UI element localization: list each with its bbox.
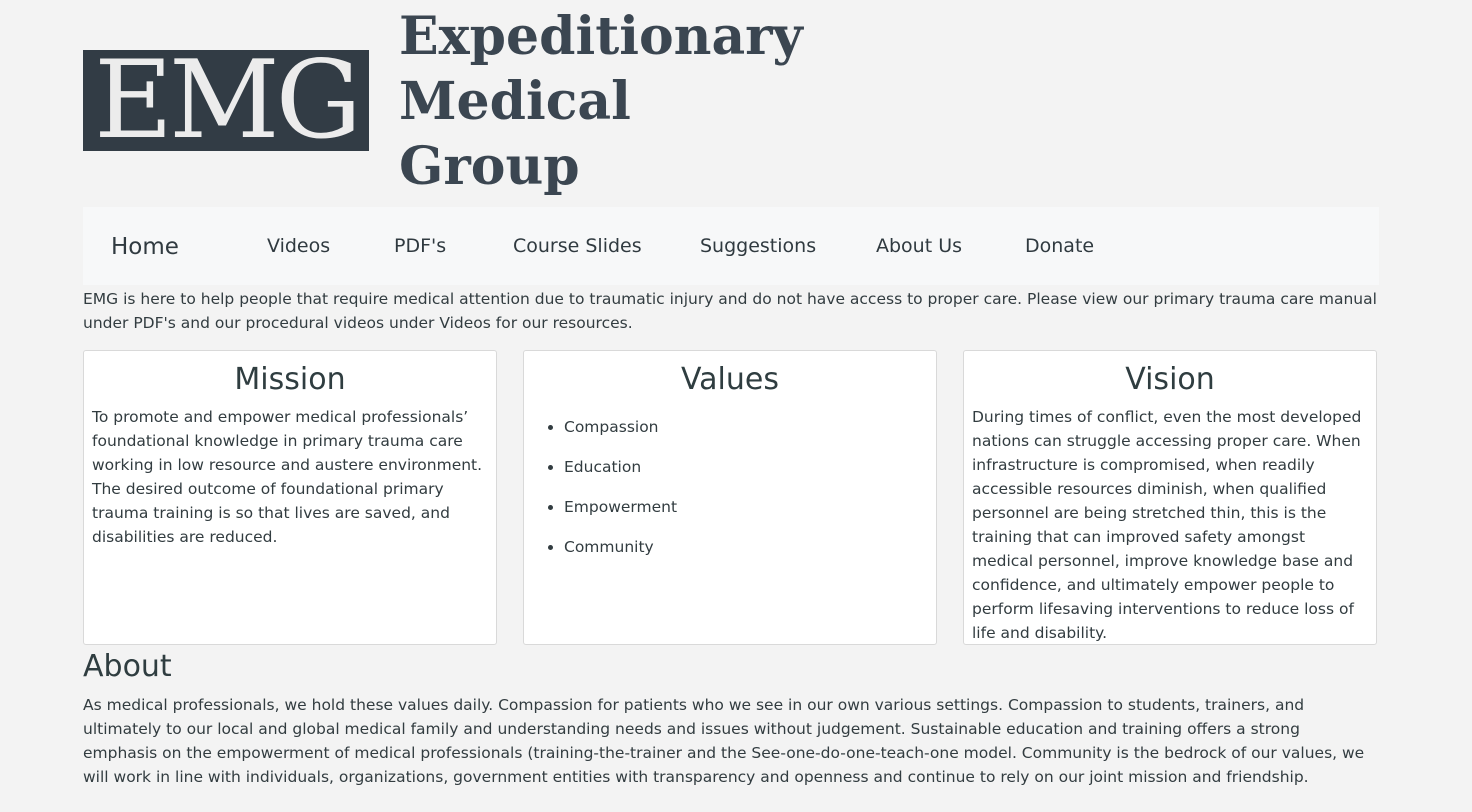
site-header: EMG Expeditionary Medical Group (83, 0, 1379, 207)
organization-name-line-2: Medical (399, 71, 631, 132)
values-list-item: Education (564, 455, 928, 479)
values-list: Compassion Education Empowerment Communi… (532, 415, 928, 559)
nav-course-slides-link[interactable]: Course Slides (513, 207, 642, 285)
organization-name: Expeditionary Medical Group (399, 4, 803, 199)
nav-videos-link[interactable]: Videos (267, 207, 330, 285)
about-text: As medical professionals, we hold these … (83, 696, 1365, 786)
mission-title: Mission (234, 362, 346, 397)
mission-card: Mission To promote and empower medical p… (83, 350, 497, 645)
mission-text: To promote and empower medical professio… (92, 408, 483, 546)
page-container: EMG Expeditionary Medical Group Home Vid… (83, 0, 1379, 786)
vision-text: During times of conflict, even the most … (972, 408, 1362, 642)
vision-title: Vision (1125, 362, 1215, 397)
emg-logo[interactable]: EMG (83, 50, 369, 151)
main-navbar: Home Videos PDF's Course Slides Suggesti… (83, 207, 1379, 285)
organization-name-line-1: Expeditionary (399, 6, 803, 67)
nav-suggestions-link[interactable]: Suggestions (700, 207, 816, 285)
values-list-item: Compassion (564, 415, 928, 439)
vision-card: Vision During times of conflict, even th… (963, 350, 1377, 645)
nav-about-us-link[interactable]: About Us (876, 207, 962, 285)
values-title: Values (680, 362, 779, 397)
about-title: About (83, 649, 172, 684)
nav-home-link[interactable]: Home (111, 207, 179, 287)
organization-name-line-3: Group (399, 136, 580, 197)
intro-text: EMG is here to help people that require … (83, 290, 1377, 332)
nav-donate-link[interactable]: Donate (1025, 207, 1094, 285)
values-list-item: Community (564, 535, 928, 559)
values-card: Values Compassion Education Empowerment … (523, 350, 937, 645)
values-list-item: Empowerment (564, 495, 928, 519)
nav-pdfs-link[interactable]: PDF's (394, 207, 446, 285)
